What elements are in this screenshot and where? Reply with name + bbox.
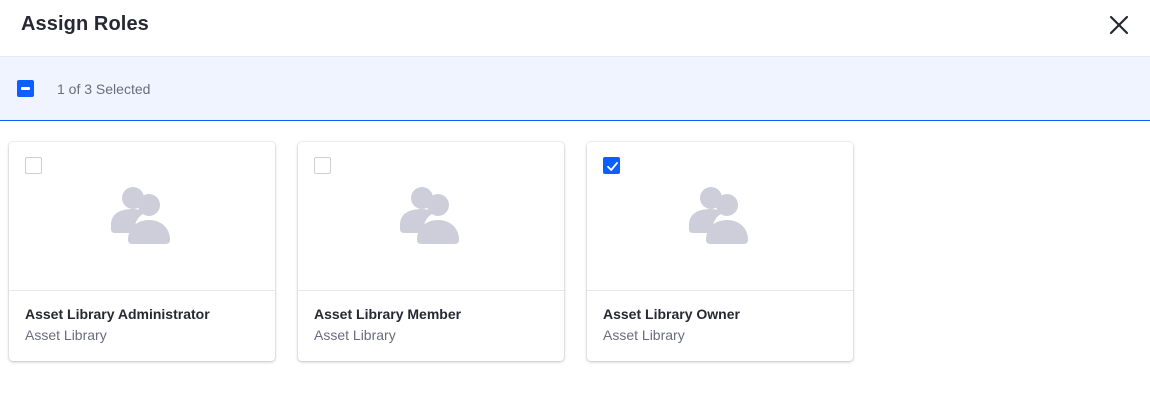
role-title[interactable]: Asset Library Member bbox=[314, 306, 461, 322]
role-card-administrator[interactable]: Asset Library Administrator Asset Librar… bbox=[9, 142, 275, 361]
role-title[interactable]: Asset Library Owner bbox=[603, 306, 740, 322]
card-image-area bbox=[9, 142, 275, 291]
card-image-area bbox=[298, 142, 564, 291]
role-subtitle: Asset Library bbox=[25, 327, 107, 343]
close-icon bbox=[1109, 15, 1129, 35]
selection-count: 1 of 3 Selected bbox=[57, 81, 151, 97]
modal-title: Assign Roles bbox=[21, 13, 149, 35]
role-subtitle: Asset Library bbox=[314, 327, 396, 343]
close-button[interactable] bbox=[1104, 11, 1134, 41]
modal-header: Assign Roles bbox=[0, 0, 1150, 57]
select-all-checkbox[interactable] bbox=[17, 80, 34, 97]
users-icon bbox=[689, 187, 748, 244]
role-card-member[interactable]: Asset Library Member Asset Library bbox=[298, 142, 564, 361]
management-bar: 1 of 3 Selected bbox=[0, 57, 1150, 121]
indeterminate-icon bbox=[21, 87, 30, 90]
role-checkbox-checked[interactable] bbox=[603, 157, 620, 174]
card-image-area bbox=[587, 142, 853, 291]
role-checkbox[interactable] bbox=[25, 157, 42, 174]
role-subtitle: Asset Library bbox=[603, 327, 685, 343]
role-card-owner[interactable]: Asset Library Owner Asset Library bbox=[587, 142, 853, 361]
users-icon bbox=[400, 187, 459, 244]
users-icon bbox=[111, 187, 170, 244]
role-checkbox[interactable] bbox=[314, 157, 331, 174]
checkmark-icon bbox=[607, 162, 618, 171]
role-title[interactable]: Asset Library Administrator bbox=[25, 306, 210, 322]
